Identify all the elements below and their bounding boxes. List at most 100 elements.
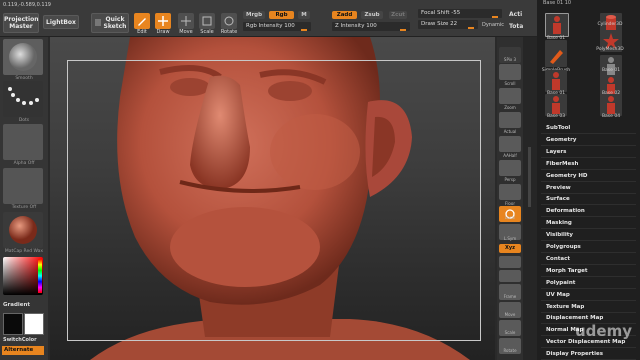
switchcolor-button[interactable]: SwitchColor (3, 337, 37, 343)
alternate-button[interactable]: Alternate (2, 346, 44, 355)
rotate-view-label: Rotate (503, 348, 517, 353)
figure-icon-3 (552, 72, 560, 90)
dynamic-toggle[interactable]: Dynamic (482, 22, 504, 28)
zsub-button[interactable]: Zsub (361, 11, 383, 19)
quick-sketch-label: Quick Sketch (103, 16, 127, 30)
total-points-label: Tota (509, 23, 524, 30)
figure-icon-5 (552, 96, 560, 114)
focal-shift-slider[interactable]: Focal Shift -55 (418, 9, 502, 18)
draw-size-label: Draw Size 22 (421, 21, 458, 27)
tool-thumb-6[interactable] (600, 55, 622, 77)
draw-icon (158, 16, 168, 26)
brush-slot[interactable] (3, 39, 43, 75)
rotate-button[interactable] (221, 13, 237, 29)
quick-sketch-button[interactable]: Quick Sketch (91, 13, 129, 33)
aahalf-label: AAHalf (503, 153, 517, 158)
stroke-label: Dots (18, 118, 30, 123)
panel-scrollbar[interactable] (523, 37, 537, 360)
tool-thumb-label-4: PolyMesh3D (596, 47, 624, 52)
hue-strip[interactable] (38, 259, 42, 293)
tool-thumb-label-2: Cylinder3D (597, 22, 623, 27)
draw-size-marker (468, 27, 474, 29)
rotate-label: Rotate (220, 29, 238, 35)
figure-icon-6 (607, 96, 615, 114)
tool-thumb-9[interactable] (545, 94, 567, 116)
alpha-slot[interactable] (3, 124, 43, 160)
rotate-mode-button-2[interactable] (499, 270, 521, 282)
rotate-mode-button-1[interactable] (499, 256, 521, 268)
lightbox-button[interactable]: LightBox (43, 15, 79, 29)
texture-slot[interactable] (3, 168, 43, 204)
m-button[interactable]: M (298, 11, 310, 19)
material-label: MatCap Red Wax (4, 249, 44, 254)
mrgb-button[interactable]: Mrgb (243, 11, 265, 19)
secondary-color-swatch[interactable] (24, 313, 44, 335)
move-icon (181, 16, 191, 26)
zoom-button[interactable] (499, 88, 521, 104)
figure-icon-2 (607, 57, 615, 75)
edit-button[interactable] (134, 13, 150, 29)
material-sphere-icon (9, 216, 37, 244)
tool-thumb-10[interactable] (600, 94, 622, 116)
scroll-thumb[interactable] (528, 147, 531, 207)
zoom-label: Zoom (504, 105, 516, 110)
coordinates-readout: 0.119,-0.589,0.119 (3, 2, 51, 8)
zcut-button[interactable]: Zcut (389, 11, 407, 19)
move-label: Move (179, 29, 193, 35)
stroke-slot[interactable] (3, 81, 43, 117)
spix-label: SPix 3 (503, 57, 517, 62)
gradient-label: Gradient (3, 302, 31, 308)
tool-thumb-1[interactable] (545, 13, 569, 37)
brush-sphere-icon (9, 43, 37, 71)
projection-master-button[interactable]: Projection Master (3, 13, 39, 33)
scale-button[interactable] (199, 13, 215, 29)
floor-button[interactable] (499, 184, 521, 200)
scale-view-label: Scale (504, 330, 516, 335)
xyz-button[interactable]: Xyz (499, 244, 521, 253)
texture-label: Texture Off (11, 205, 37, 210)
tool-thumb-5[interactable] (545, 45, 567, 67)
material-slot[interactable] (3, 212, 43, 248)
scroll-button[interactable] (499, 64, 521, 80)
simplebrush-icon (550, 50, 563, 64)
tool-thumb-label-6: Base 01 (601, 68, 621, 73)
active-points-label: Acti (509, 11, 523, 18)
aahalf-button[interactable] (499, 136, 521, 152)
sketch-icon (95, 19, 101, 26)
watermark-logo: udemy (575, 322, 632, 340)
tool-thumb-7[interactable] (545, 70, 567, 92)
move-button[interactable] (178, 13, 194, 29)
scale-label: Scale (200, 29, 214, 35)
rotate-icon (224, 16, 234, 26)
frame-label: Frame (503, 294, 517, 299)
z-intensity-marker (400, 29, 406, 31)
tool-thumb-label-10: Base 04 (601, 114, 621, 119)
scroll-label: Scroll (504, 81, 516, 86)
actual-label: Actual (503, 129, 517, 134)
rgb-intensity-slider[interactable]: Rgb Intensity 100 (243, 22, 311, 31)
color-picker[interactable] (3, 257, 43, 295)
dots-stroke-icon (8, 87, 39, 105)
tool-thumb-label-9: Base 03 (546, 114, 566, 119)
alpha-label: Alpha Off (13, 161, 35, 166)
persp-label: Persp (504, 177, 516, 182)
rgb-intensity-label: Rgb Intensity 100 (246, 23, 295, 29)
rgb-intensity-marker (301, 29, 307, 31)
draw-label: Draw (156, 29, 170, 35)
figure-icon (553, 16, 561, 34)
z-intensity-slider[interactable]: Z Intensity 100 (332, 22, 410, 31)
draw-size-slider[interactable]: Draw Size 22 (418, 20, 478, 29)
focal-shift-marker (492, 16, 498, 18)
actual-button[interactable] (499, 112, 521, 128)
lsym-label: L.Sym (503, 236, 517, 241)
primary-color-swatch[interactable] (3, 313, 23, 335)
edit-label: Edit (137, 29, 147, 35)
z-intensity-label: Z Intensity 100 (335, 23, 377, 29)
document-frame (67, 60, 481, 341)
move-view-label: Move (504, 312, 516, 317)
rgb-button[interactable]: Rgb (269, 11, 294, 19)
current-tool-label: Base 01 10 (543, 0, 572, 6)
draw-button[interactable] (155, 13, 171, 29)
persp-button[interactable] (499, 160, 521, 176)
zadd-button[interactable]: Zadd (332, 11, 357, 19)
